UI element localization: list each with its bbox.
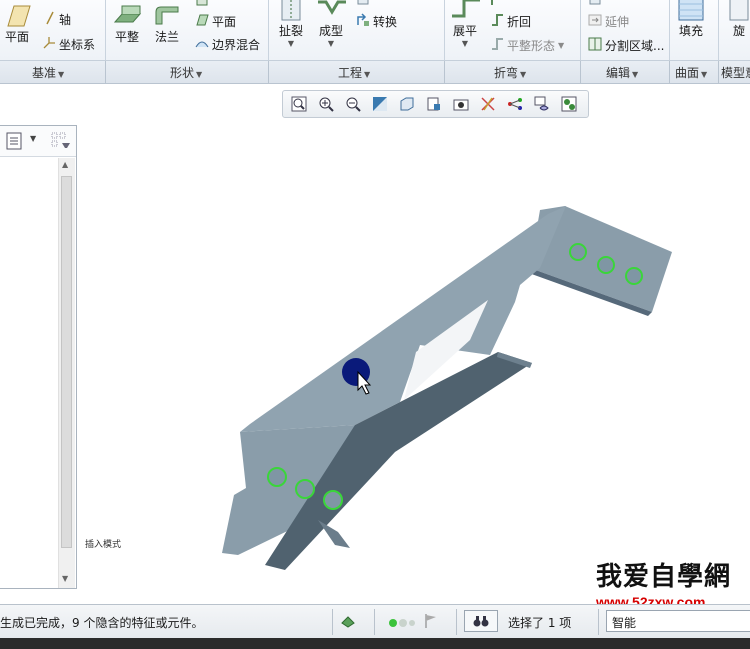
zoom-out-icon[interactable] [341,93,365,115]
hole[interactable] [625,267,643,285]
status-message: 生成已完成，9 个隐含的特征或元件。 [0,616,204,630]
view-manager-icon[interactable] [449,93,473,115]
status-divider [374,609,375,635]
hole[interactable] [295,479,315,499]
tree-filter-icon[interactable] [50,131,72,154]
datum-display-icon[interactable] [476,93,500,115]
view-toolbar [282,90,589,118]
selection-filter-select[interactable]: 智能 [606,610,750,632]
status-divider [332,609,333,635]
find-button[interactable] [464,610,498,632]
part-bottom-lip [318,520,350,548]
show-menu-icon[interactable] [6,132,24,153]
saved-views-icon[interactable] [422,93,446,115]
scroll-down-icon[interactable]: ▼ [62,574,68,583]
hole[interactable] [597,256,615,274]
hole[interactable] [323,490,343,510]
status-bar: 生成已完成，9 个隐含的特征或元件。 选择了 1 项 智能 [0,604,750,638]
status-divider [456,609,457,635]
model-tree-scrollbar[interactable]: ▲ ▼ [58,158,75,588]
refit-icon[interactable] [287,93,311,115]
repaint-icon[interactable] [368,93,392,115]
chevron-down-icon[interactable]: ▼ [30,134,36,143]
regenerate-icon[interactable] [340,613,356,632]
watermark-title: 我爱自學網 [596,562,732,592]
hole[interactable] [267,467,287,487]
binoculars-icon [473,616,489,627]
display-style-icon[interactable] [395,93,419,115]
status-divider [598,609,599,635]
insert-mode-indicator[interactable]: 插入模式 [85,537,121,550]
scroll-up-icon[interactable]: ▲ [62,160,68,169]
regen-status-icon [388,617,416,631]
render-icon[interactable] [557,93,581,115]
selection-count: 选择了 1 项 [508,616,572,630]
model-tree-panel: ▼ ▲ ▼ [0,125,77,589]
scrollbar-thumb[interactable] [61,176,72,548]
hole[interactable] [569,243,587,261]
model-tree-toolbar: ▼ [0,126,76,157]
annotation-display-icon[interactable] [530,93,554,115]
flag-icon[interactable] [424,613,438,632]
taskbar-strip [0,638,750,649]
part-main-flange [240,206,566,432]
zoom-in-icon[interactable] [314,93,338,115]
spin-center-icon[interactable] [503,93,527,115]
